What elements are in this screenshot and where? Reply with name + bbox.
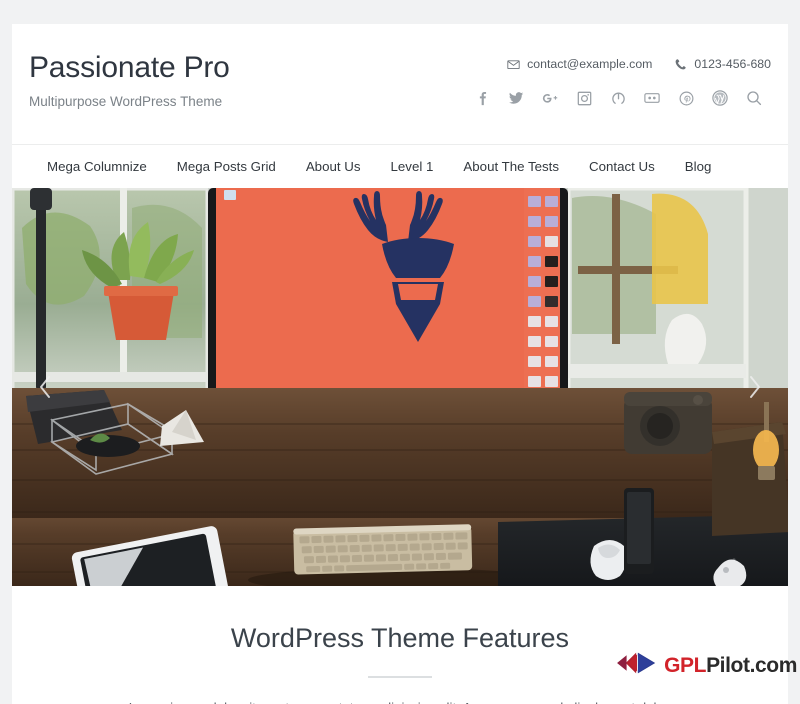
nav-item-mega-posts-grid[interactable]: Mega Posts Grid [162, 145, 291, 188]
gplpilot-brand-secondary: Pilot.com [706, 653, 797, 677]
gplpilot-brand-primary: GPL [664, 653, 707, 677]
gplpilot-wordmark: GPLPilot.com [664, 654, 797, 678]
features-divider [368, 676, 432, 678]
site-header: Passionate Pro Multipurpose WordPress Th… [12, 24, 788, 145]
contact-phone[interactable]: 0123-456-680 [674, 57, 771, 71]
social-links-row [465, 85, 771, 111]
hero-prev-button[interactable] [30, 372, 60, 402]
site-branding[interactable]: Passionate Pro Multipurpose WordPress Th… [29, 51, 230, 110]
contact-phone-text: 0123-456-680 [694, 57, 771, 71]
wordpress-icon[interactable] [703, 85, 737, 111]
nav-item-about-the-tests[interactable]: About The Tests [448, 145, 574, 188]
contact-email[interactable]: contact@example.com [507, 57, 652, 71]
contact-info-row: contact@example.com 0123-456-680 [465, 55, 771, 73]
nav-item-about-us[interactable]: About Us [291, 145, 376, 188]
gplpilot-diamond-icon [617, 650, 657, 681]
contact-email-text: contact@example.com [527, 57, 653, 71]
site-description: Multipurpose WordPress Theme [29, 94, 223, 109]
search-icon[interactable] [737, 85, 771, 111]
nav-item-blog[interactable]: Blog [670, 145, 727, 188]
google-plus-icon[interactable] [533, 85, 567, 111]
nav-item-contact-us[interactable]: Contact Us [574, 145, 670, 188]
facebook-icon[interactable] [465, 85, 499, 111]
twitter-icon[interactable] [499, 85, 533, 111]
hero-next-button[interactable] [740, 372, 770, 402]
site-container: Passionate Pro Multipurpose WordPress Th… [12, 24, 788, 704]
gplpilot-watermark: GPLPilot.com [617, 650, 797, 681]
hero-slider [12, 188, 788, 586]
pinterest-icon[interactable] [669, 85, 703, 111]
screenshot-root: Passionate Pro Multipurpose WordPress Th… [0, 0, 800, 704]
header-widget-area: contact@example.com 0123-456-680 [465, 55, 771, 111]
primary-navigation: Mega Columnize Mega Posts Grid About Us … [12, 145, 788, 188]
phone-icon [674, 58, 687, 71]
site-title: Passionate Pro [29, 51, 230, 84]
chevron-right-icon [746, 374, 764, 400]
chevron-left-icon [36, 374, 54, 400]
features-paragraph: Lorem ipsum dolor sit amet, consectetuer… [12, 698, 788, 704]
nav-item-level-1[interactable]: Level 1 [376, 145, 449, 188]
nav-item-mega-columnize[interactable]: Mega Columnize [32, 145, 162, 188]
flickr-icon[interactable] [635, 85, 669, 111]
features-section: WordPress Theme Features Lorem ipsum dol… [12, 586, 788, 704]
github-icon[interactable] [601, 85, 635, 111]
primary-navigation-bar: Mega Columnize Mega Posts Grid About Us … [12, 145, 788, 188]
envelope-icon [507, 58, 520, 71]
instagram-icon[interactable] [567, 85, 601, 111]
hero-slide-image [12, 188, 788, 586]
